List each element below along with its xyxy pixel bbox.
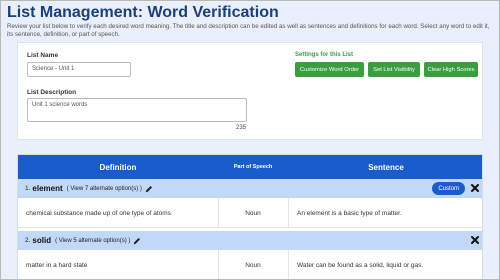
set-list-visibility-button[interactable]: Set List Visibility [368,62,420,77]
pencil-icon[interactable] [145,185,153,193]
clear-high-scores-button[interactable]: Clear High Scores [424,62,478,77]
window: List Management: Word Verification Revie… [0,0,500,280]
pencil-icon[interactable] [133,237,141,245]
header-definition: Definition [99,162,137,172]
word-text[interactable]: element [32,184,62,193]
close-icon[interactable] [470,235,480,245]
table-row[interactable]: matter in a hard state Noun Water can be… [18,250,482,279]
customize-word-order-button[interactable]: Customize Word Order [295,62,364,77]
part-of-speech-cell[interactable]: Noun [218,198,288,228]
settings-label: Settings for this List [295,52,354,58]
column-divider [288,198,289,228]
sentence-cell[interactable]: An element is a basic type of matter. [297,198,402,228]
list-name-label: List Name [27,52,59,59]
sentence-cell[interactable]: Water can be found as a solid, liquid or… [297,250,423,279]
close-icon[interactable] [470,183,480,193]
word-number: 1. [25,185,31,192]
word-number: 2. [25,237,31,244]
table-header: Definition Part of Speech Sentence [18,155,482,179]
custom-badge[interactable]: Custom [432,182,465,195]
list-description-textarea[interactable]: Unit 1 science words [27,98,247,122]
page-intro: Review your list below to verify each de… [7,23,490,38]
header-part-of-speech: Part of Speech [233,164,273,170]
definition-cell[interactable]: matter in a hard state [26,250,87,279]
column-divider [288,250,289,279]
page-title: List Management: Word Verification [7,4,279,21]
alternate-options-link[interactable]: ( View 5 alternate option(s) ) [55,238,130,244]
part-of-speech-cell[interactable]: Noun [218,250,288,279]
char-counter: 235 [236,125,247,131]
header-sentence: Sentence [368,162,404,172]
definition-cell[interactable]: chemical substance made up of one type o… [26,198,171,228]
word-text[interactable]: solid [32,236,51,245]
alternate-options-link[interactable]: ( View 7 alternate option(s) ) [67,186,142,192]
word-row[interactable]: 1. element ( View 7 alternate option(s) … [18,179,482,198]
list-settings-card: List Name Science - Unit 1 List Descript… [17,42,483,140]
word-row[interactable]: 2. solid ( View 5 alternate option(s) ) [18,231,482,250]
list-name-input[interactable]: Science - Unit 1 [27,62,131,77]
list-description-label: List Description [27,89,77,96]
word-table: Definition Part of Speech Sentence 1. el… [17,154,483,279]
table-row[interactable]: chemical substance made up of one type o… [18,198,482,228]
